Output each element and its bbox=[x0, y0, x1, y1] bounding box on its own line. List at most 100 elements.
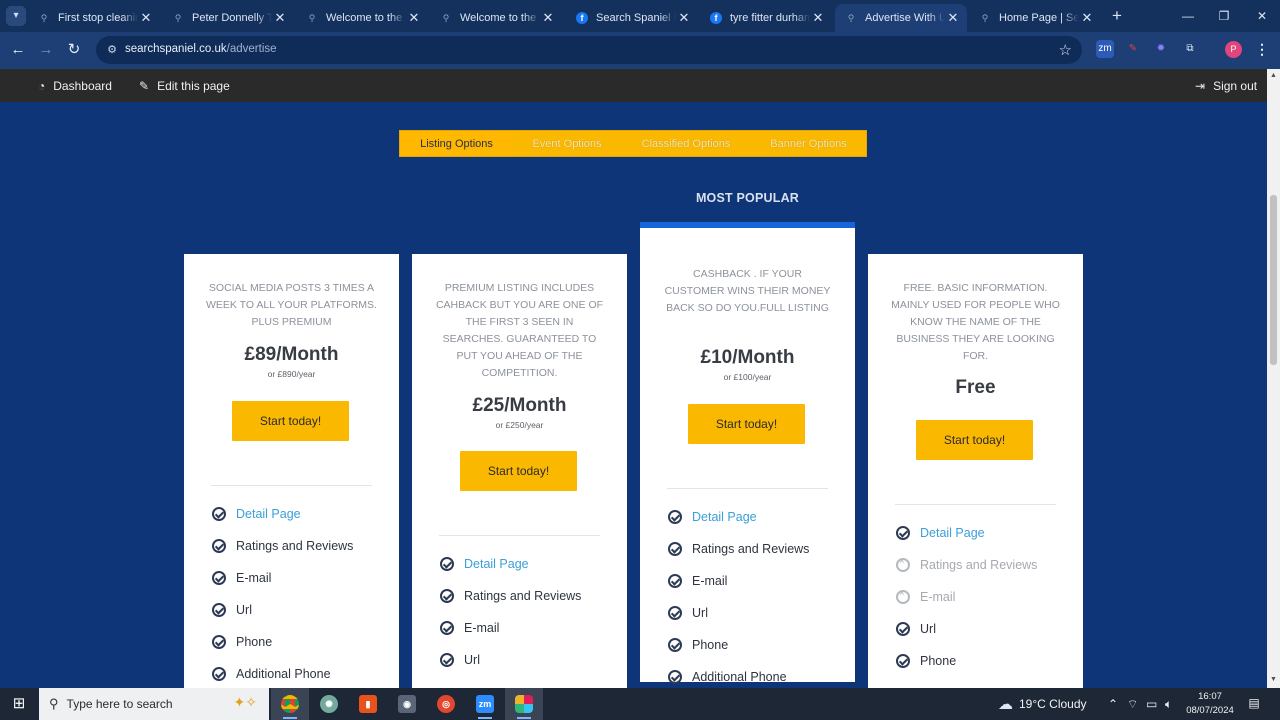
camera-app-icon[interactable]: ◉ bbox=[388, 688, 426, 720]
volume-icon[interactable]: 🔈︎ bbox=[1165, 688, 1172, 720]
close-icon[interactable]: ✕ bbox=[1079, 10, 1095, 26]
recorder-app-icon[interactable]: ◎ bbox=[427, 688, 465, 720]
edit-page-link[interactable]: ✎ Edit this page bbox=[139, 69, 230, 102]
pen-extension-icon[interactable]: ✎ bbox=[1124, 40, 1142, 58]
zoom-extension-icon[interactable]: zm bbox=[1096, 40, 1114, 58]
feature-item: Url bbox=[440, 653, 480, 667]
close-icon[interactable]: ✕ bbox=[406, 10, 422, 26]
address-bar[interactable]: ⚙ searchspaniel.co.uk/advertise ☆ bbox=[96, 36, 1082, 64]
url-text[interactable]: searchspaniel.co.uk/advertise bbox=[125, 43, 277, 55]
tab-listing-options[interactable]: Listing Options bbox=[400, 131, 513, 156]
feature-item[interactable]: Detail Page bbox=[212, 507, 301, 521]
new-tab-icon[interactable]: + bbox=[1108, 6, 1126, 26]
x-circle-icon bbox=[896, 588, 910, 604]
browser-tab[interactable]: ⚲ First stop cleaning ✕ bbox=[28, 4, 160, 32]
feature-label: Phone bbox=[692, 638, 729, 652]
tab-classified-options[interactable]: Classified Options bbox=[621, 131, 751, 156]
browser-tab[interactable]: ⚲ Peter Donnelly Tyres ✕ bbox=[162, 4, 294, 32]
close-icon[interactable]: ✕ bbox=[810, 10, 826, 26]
feature-item: Phone bbox=[896, 654, 956, 668]
tray-chevron-icon[interactable]: ⌃ bbox=[1108, 688, 1118, 720]
pricing-card-popular: CASHBACK . IF YOUR CUSTOMER WINS THEIR M… bbox=[640, 222, 855, 684]
start-today-button[interactable]: Start today! bbox=[232, 401, 349, 441]
browser-tab[interactable]: f tyre fitter durham ✕ bbox=[700, 4, 832, 32]
profile-avatar[interactable]: P bbox=[1225, 41, 1242, 58]
start-today-button[interactable]: Start today! bbox=[460, 451, 577, 491]
close-icon[interactable]: ✕ bbox=[676, 10, 692, 26]
dashboard-link[interactable]: ◔ Dashboard bbox=[38, 69, 112, 102]
office-app-icon[interactable]: ▮ bbox=[349, 688, 387, 720]
weather-widget[interactable]: ☁ 19°C Cloudy bbox=[998, 688, 1087, 720]
forward-icon[interactable]: → bbox=[36, 40, 56, 60]
feature-label: Url bbox=[236, 603, 252, 617]
close-icon[interactable]: ✕ bbox=[945, 10, 961, 26]
feature-label: E-mail bbox=[464, 621, 500, 635]
pricing-option-tabs: Listing Options Event Options Classified… bbox=[399, 130, 867, 157]
check-circle-icon bbox=[440, 621, 454, 635]
chrome-app-icon[interactable] bbox=[271, 688, 309, 720]
browser-tab[interactable]: ⚲ Home Page | Search Spaniel ✕ bbox=[969, 4, 1101, 32]
feature-item: Additional Phone bbox=[668, 670, 787, 684]
zoom-app-icon[interactable]: zm bbox=[466, 688, 504, 720]
feature-label: E-mail bbox=[920, 590, 956, 604]
close-icon[interactable]: ✕ bbox=[540, 10, 556, 26]
browser-tab[interactable]: ⚲ Welcome to the Search Spaniel ✕ bbox=[430, 4, 562, 32]
check-circle-icon bbox=[896, 654, 910, 668]
feature-item-disabled: Ratings and Reviews bbox=[896, 556, 1037, 572]
scroll-thumb[interactable] bbox=[1270, 195, 1277, 365]
feature-item-disabled: E-mail bbox=[896, 588, 956, 604]
plan-yearly-price: or £100/year bbox=[723, 372, 772, 382]
reload-icon[interactable]: ↻ bbox=[64, 40, 84, 60]
plan-description: SOCIAL MEDIA POSTS 3 TIMES A WEEK TO ALL… bbox=[206, 282, 377, 328]
bookmark-star-icon[interactable]: ☆ bbox=[1059, 41, 1072, 59]
restore-icon[interactable]: ❐ bbox=[1206, 0, 1242, 32]
extensions-puzzle-icon[interactable]: ⧉ bbox=[1181, 40, 1199, 58]
check-circle-icon bbox=[668, 638, 682, 652]
feature-item[interactable]: Detail Page bbox=[896, 526, 985, 540]
browser-tab[interactable]: f Search Spaniel Durham ✕ bbox=[566, 4, 698, 32]
close-icon[interactable]: ✕ bbox=[138, 10, 154, 26]
feature-item: E-mail bbox=[440, 621, 499, 635]
check-circle-icon bbox=[212, 603, 226, 617]
battery-icon[interactable]: ▭ bbox=[1146, 688, 1157, 720]
feature-item: Phone bbox=[668, 638, 728, 652]
minimize-icon[interactable]: — bbox=[1170, 0, 1206, 32]
feature-label: Additional Phone bbox=[692, 670, 787, 684]
feature-item: Ratings and Reviews bbox=[440, 589, 581, 603]
chatgpt-app-icon[interactable]: ✺ bbox=[310, 688, 348, 720]
feature-item[interactable]: Detail Page bbox=[668, 510, 757, 524]
gear-extension-icon[interactable]: ✹ bbox=[1152, 40, 1170, 58]
tab-search-icon[interactable]: ▾ bbox=[6, 6, 26, 26]
site-info-icon[interactable]: ⚙ bbox=[105, 43, 119, 57]
scroll-up-icon[interactable]: ▲ bbox=[1269, 72, 1278, 79]
slack-app-icon[interactable] bbox=[505, 688, 543, 720]
browser-tab-active[interactable]: ⚲ Advertise With Us ✕ bbox=[835, 4, 967, 32]
tab-event-options[interactable]: Event Options bbox=[513, 131, 621, 156]
pricing-card: PREMIUM LISTING INCLUDES CAHBACK BUT YOU… bbox=[412, 254, 627, 688]
taskbar-search-box[interactable]: ⚲ Type here to search ✦✧ bbox=[39, 688, 269, 720]
plan-price: £89/Month bbox=[244, 344, 339, 365]
scroll-down-icon[interactable]: ▼ bbox=[1269, 676, 1278, 683]
sign-out-link[interactable]: ⇥ Sign out bbox=[1195, 69, 1257, 102]
page-scrollbar[interactable]: ▲ ▼ bbox=[1267, 69, 1280, 688]
menu-kebab-icon[interactable]: ⋮ bbox=[1255, 40, 1269, 58]
tab-banner-options[interactable]: Banner Options bbox=[751, 131, 866, 156]
windows-start-icon[interactable]: ⊞ bbox=[0, 688, 38, 720]
start-today-button[interactable]: Start today! bbox=[916, 420, 1033, 460]
feature-label: Phone bbox=[236, 635, 273, 649]
window-close-icon[interactable]: ✕ bbox=[1244, 0, 1280, 32]
notifications-icon[interactable]: ▤ bbox=[1246, 696, 1262, 712]
feature-label: Detail Page bbox=[692, 510, 757, 524]
close-icon[interactable]: ✕ bbox=[272, 10, 288, 26]
taskbar-clock[interactable]: 16:07 08/07/2024 bbox=[1180, 690, 1240, 718]
start-today-button[interactable]: Start today! bbox=[688, 404, 805, 444]
feature-item: Phone bbox=[212, 635, 272, 649]
back-icon[interactable]: ← bbox=[8, 40, 28, 60]
feature-label: Additional Phone bbox=[236, 667, 331, 681]
network-icon[interactable]: ⌔ bbox=[1127, 688, 1138, 720]
plan-description: CASHBACK . IF YOUR CUSTOMER WINS THEIR M… bbox=[664, 268, 831, 314]
browser-tab[interactable]: ⚲ Welcome to the Search Spaniel ✕ bbox=[296, 4, 428, 32]
check-circle-icon bbox=[212, 539, 226, 553]
feature-item: Url bbox=[668, 606, 708, 620]
feature-item[interactable]: Detail Page bbox=[440, 557, 529, 571]
